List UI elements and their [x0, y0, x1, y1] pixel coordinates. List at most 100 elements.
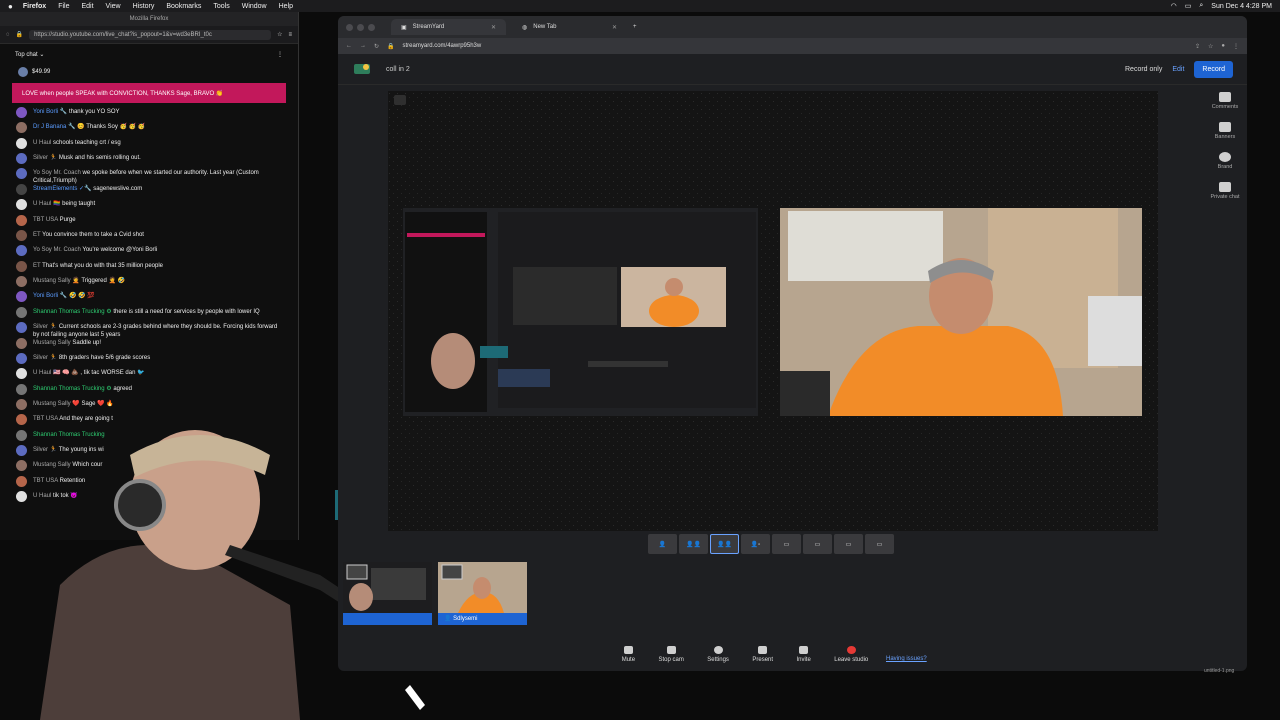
- layout-group-button[interactable]: 👤👤: [679, 534, 708, 554]
- menu-window[interactable]: Window: [242, 3, 267, 10]
- menu-view[interactable]: View: [106, 3, 121, 10]
- avatar[interactable]: [16, 214, 27, 226]
- reload-icon[interactable]: ↻: [374, 43, 379, 50]
- chat-author[interactable]: StreamElements ✓🔧: [33, 186, 92, 192]
- menu-app-name[interactable]: Firefox: [23, 3, 46, 10]
- avatar[interactable]: [16, 368, 27, 380]
- avatar[interactable]: [16, 260, 27, 272]
- avatar[interactable]: [16, 184, 27, 196]
- layout-leader-button[interactable]: 👤👤: [710, 534, 739, 554]
- more-options-icon[interactable]: ⋮: [277, 51, 283, 58]
- chat-author[interactable]: Shannan Thomas Trucking ⚙: [33, 386, 112, 392]
- chat-message[interactable]: Mustang Sally 🤦 Triggered 🤦 🤣: [16, 275, 282, 292]
- avatar[interactable]: [16, 321, 27, 333]
- battery-icon[interactable]: ▭: [1185, 2, 1192, 10]
- chat-url-field[interactable]: https://studio.youtube.com/live_chat?is_…: [29, 29, 272, 40]
- avatar[interactable]: [16, 291, 27, 303]
- layout-fullscreen-button[interactable]: ▭: [865, 534, 894, 554]
- chat-author[interactable]: TBT USA: [33, 217, 58, 223]
- chat-author[interactable]: ET: [33, 263, 41, 269]
- avatar[interactable]: [16, 107, 27, 118]
- chat-author[interactable]: U Haul: [33, 201, 51, 207]
- chat-author[interactable]: Silver 🏃: [33, 355, 57, 361]
- pinned-super-chat[interactable]: LOVE when people SPEAK with CONVICTION, …: [12, 83, 286, 103]
- chat-author[interactable]: U Haul: [33, 370, 51, 376]
- comments-panel-button[interactable]: Comments: [1212, 92, 1238, 110]
- chat-author[interactable]: Mustang Sally: [33, 340, 71, 346]
- layout-share-button[interactable]: ▭: [772, 534, 801, 554]
- chat-message[interactable]: Yoni Borli 🔧 🤣 🤣 💯: [16, 291, 282, 307]
- chat-author[interactable]: Mustang Sally: [33, 278, 71, 284]
- avatar[interactable]: [16, 383, 27, 395]
- menu-edit[interactable]: Edit: [81, 3, 93, 10]
- menu-bookmarks[interactable]: Bookmarks: [166, 3, 201, 10]
- close-tab-icon[interactable]: ✕: [491, 24, 496, 31]
- chat-author[interactable]: Dr J Banana 🔧 😊: [33, 124, 85, 130]
- chat-message[interactable]: StreamElements ✓🔧 sagenewslive.com: [16, 184, 282, 200]
- forward-icon[interactable]: →: [360, 43, 366, 49]
- participant-thumbnail[interactable]: [343, 562, 432, 625]
- menu-tools[interactable]: Tools: [213, 3, 229, 10]
- chat-author[interactable]: Shannan Thomas Trucking ⚙: [33, 309, 112, 315]
- layout-pip-button[interactable]: ▭: [834, 534, 863, 554]
- chat-message[interactable]: Yoni Borli 🔧 thank you YO SOY: [16, 107, 282, 123]
- chat-author[interactable]: Silver 🏃: [33, 155, 57, 161]
- chat-message[interactable]: Dr J Banana 🔧 😊 Thanks Soy 🥳 🥳 🥳: [16, 122, 282, 138]
- chat-message[interactable]: ET You convince them to take a Cvid shot: [16, 230, 282, 246]
- tab-streamyard[interactable]: ▣ StreamYard ✕: [391, 19, 506, 35]
- stop-cam-button[interactable]: Stop cam: [658, 645, 684, 663]
- menu-file[interactable]: File: [58, 3, 69, 10]
- banners-panel-button[interactable]: Banners: [1215, 122, 1235, 140]
- chat-author[interactable]: Yo Soy Mr. Coach: [33, 170, 81, 176]
- broadcast-stage[interactable]: [388, 91, 1158, 531]
- avatar[interactable]: [16, 230, 27, 242]
- chat-message[interactable]: Silver 🏃 8th graders have 5/6 grade scor…: [16, 353, 282, 369]
- top-chat-dropdown[interactable]: Top chat ⌄: [15, 51, 44, 58]
- avatar[interactable]: [16, 275, 27, 287]
- back-icon[interactable]: ←: [346, 43, 352, 49]
- window-controls[interactable]: [346, 23, 375, 31]
- avatar[interactable]: [16, 353, 27, 365]
- avatar[interactable]: [16, 152, 27, 164]
- invite-button[interactable]: Invite: [796, 645, 811, 663]
- shield-icon[interactable]: ◌: [6, 32, 10, 38]
- avatar[interactable]: [16, 337, 27, 349]
- broadcast-title[interactable]: coll in 2: [386, 66, 410, 73]
- chat-message[interactable]: Silver 🏃 Musk and his semis rolling out.: [16, 152, 282, 169]
- search-icon[interactable]: ⌕: [1199, 2, 1203, 10]
- chat-message[interactable]: U Haul schools teaching crt / esg: [16, 137, 282, 154]
- close-tab-icon[interactable]: ✕: [612, 24, 617, 31]
- super-chat-ticker[interactable]: $49.99: [0, 64, 298, 80]
- present-button[interactable]: Present: [752, 645, 773, 663]
- layout-share-sidebar-button[interactable]: ▭: [803, 534, 832, 554]
- url-field[interactable]: streamyard.com/4awrp95h3w: [403, 43, 1187, 49]
- chat-message[interactable]: Mustang Sally Saddle up!: [16, 337, 282, 354]
- chat-author[interactable]: ET: [33, 232, 41, 238]
- profile-icon[interactable]: ●: [1221, 43, 1225, 49]
- chat-message[interactable]: U Haul 🇺🇸 🧠 💩 , tik tac WORSE dan 🐦: [16, 368, 282, 384]
- mute-button[interactable]: Mute: [622, 645, 635, 663]
- chat-author[interactable]: Silver 🏃: [33, 324, 57, 330]
- brand-panel-button[interactable]: Brand: [1218, 152, 1232, 170]
- chat-message[interactable]: ET That's what you do with that 35 milli…: [16, 260, 282, 277]
- chat-message[interactable]: Shannan Thomas Trucking ⚙ there is still…: [16, 306, 282, 323]
- menu-icon[interactable]: ≡: [288, 32, 292, 38]
- avatar[interactable]: [16, 168, 27, 180]
- avatar[interactable]: [16, 122, 27, 134]
- leave-studio-button[interactable]: Leave studio: [834, 645, 868, 663]
- tab-new-tab[interactable]: ◍ New Tab ✕: [512, 19, 627, 35]
- apple-icon[interactable]: ●: [8, 2, 13, 11]
- share-icon[interactable]: ⇪: [1195, 43, 1200, 50]
- avatar[interactable]: [16, 199, 27, 211]
- private-chat-panel-button[interactable]: Private chat: [1210, 182, 1240, 200]
- chat-message[interactable]: TBT USA Purge: [16, 214, 282, 231]
- layout-solo-button[interactable]: 👤: [648, 534, 677, 554]
- settings-button[interactable]: Settings: [707, 645, 729, 663]
- chat-message[interactable]: U Haul 🏳️‍🌈 being taught: [16, 199, 282, 215]
- chat-message[interactable]: Shannan Thomas Trucking ⚙ agreed: [16, 383, 282, 400]
- kebab-menu-icon[interactable]: ⋮: [1233, 43, 1239, 50]
- stage-settings-icon[interactable]: [394, 95, 406, 105]
- desktop-file-label[interactable]: untitled-1.png: [1204, 668, 1234, 674]
- new-tab-icon[interactable]: +: [633, 24, 637, 30]
- chat-message[interactable]: Silver 🏃 Current schools are 2-3 grades …: [16, 321, 282, 339]
